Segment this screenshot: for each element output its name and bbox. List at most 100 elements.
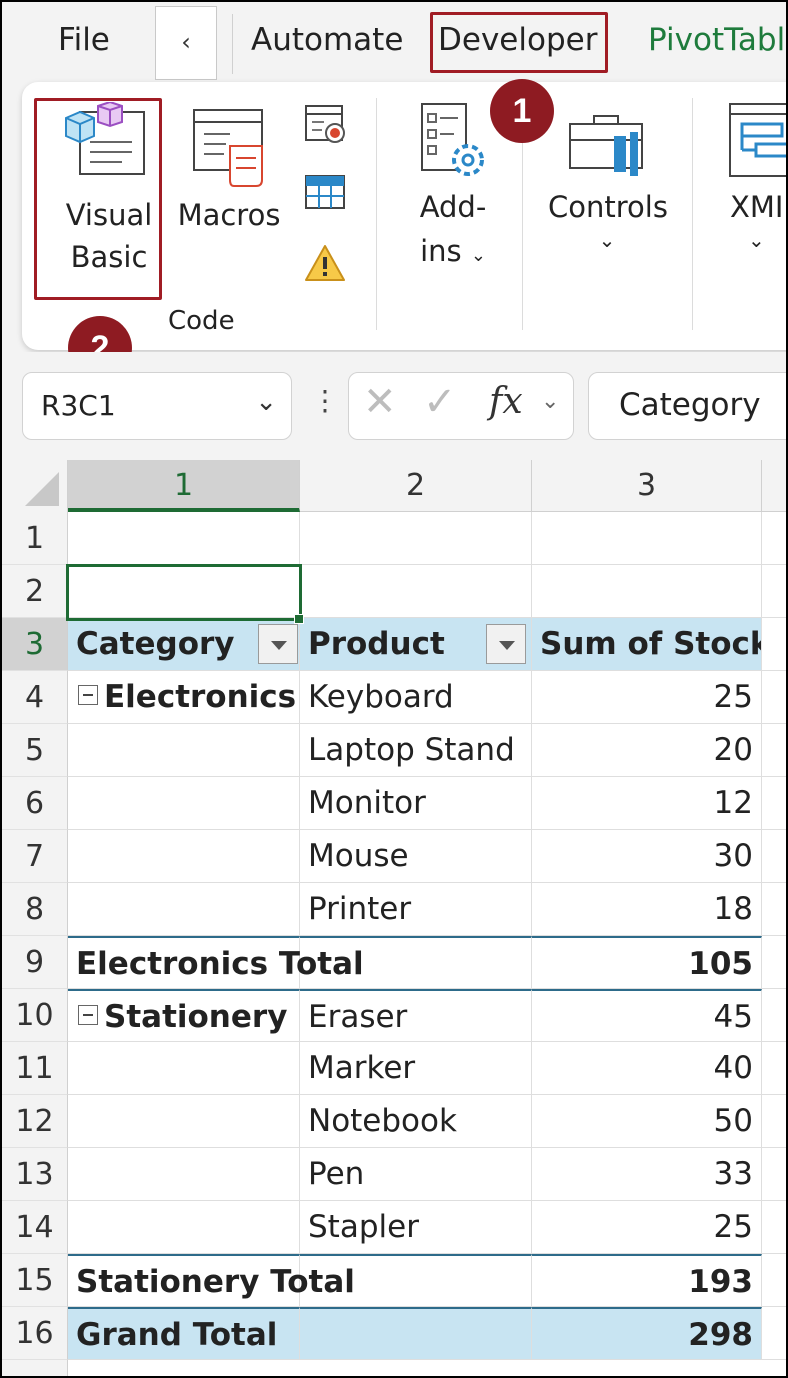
cell[interactable] bbox=[300, 1307, 532, 1360]
row-header[interactable] bbox=[2, 1360, 68, 1376]
tab-pivottable[interactable]: PivotTabl bbox=[648, 22, 785, 58]
tab-file[interactable]: File bbox=[58, 22, 110, 58]
add-ins-label-line2[interactable]: ins ⌄ bbox=[408, 234, 498, 268]
pivot-category-cell[interactable]: Stationery bbox=[68, 989, 300, 1042]
column-header-3[interactable]: 3 bbox=[532, 460, 762, 512]
product-cell[interactable]: Eraser bbox=[300, 989, 532, 1042]
pivot-header-category[interactable]: Category bbox=[68, 618, 300, 671]
row-header[interactable]: 2 bbox=[2, 565, 68, 618]
cell[interactable] bbox=[762, 989, 786, 1042]
pivot-category-cell[interactable]: Electronics bbox=[68, 671, 300, 724]
column-header-1[interactable]: 1 bbox=[68, 460, 300, 512]
cell[interactable] bbox=[762, 883, 786, 936]
grand-total-label[interactable]: Grand Total bbox=[68, 1307, 300, 1360]
subtotal-value[interactable]: 193 bbox=[532, 1254, 762, 1307]
xml-label[interactable]: XMI bbox=[730, 190, 783, 224]
row-header[interactable]: 8 bbox=[2, 883, 68, 936]
product-cell[interactable]: Monitor bbox=[300, 777, 532, 830]
subtotal-label[interactable]: Stationery Total bbox=[68, 1254, 355, 1307]
cell[interactable] bbox=[68, 1042, 300, 1095]
stock-cell[interactable]: 12 bbox=[532, 777, 762, 830]
cell[interactable] bbox=[762, 1307, 786, 1360]
cell[interactable] bbox=[762, 565, 786, 618]
product-cell[interactable]: Notebook bbox=[300, 1095, 532, 1148]
row-header[interactable]: 15 bbox=[2, 1254, 68, 1307]
filter-dropdown-icon[interactable] bbox=[486, 624, 526, 664]
chevron-down-icon[interactable]: ⌄ bbox=[748, 228, 765, 252]
cell[interactable] bbox=[68, 565, 300, 618]
cancel-icon[interactable]: ✕ bbox=[363, 379, 397, 425]
row-header[interactable]: 12 bbox=[2, 1095, 68, 1148]
row-header[interactable]: 9 bbox=[2, 936, 68, 989]
row-header[interactable]: 6 bbox=[2, 777, 68, 830]
stock-cell[interactable]: 50 bbox=[532, 1095, 762, 1148]
chevron-down-icon[interactable]: ⌄ bbox=[592, 228, 622, 252]
tab-scroll-left-button[interactable]: ‹ bbox=[155, 6, 217, 80]
row-header[interactable]: 1 bbox=[2, 512, 68, 565]
stock-cell[interactable]: 33 bbox=[532, 1148, 762, 1201]
more-options-icon[interactable]: ⋮ bbox=[311, 384, 339, 417]
cell[interactable] bbox=[762, 1201, 786, 1254]
controls-label[interactable]: Controls bbox=[544, 190, 672, 224]
add-ins-icon[interactable] bbox=[416, 100, 496, 188]
stock-cell[interactable]: 25 bbox=[532, 671, 762, 724]
cell[interactable] bbox=[762, 1042, 786, 1095]
stock-cell[interactable]: 20 bbox=[532, 724, 762, 777]
stock-cell[interactable]: 45 bbox=[532, 989, 762, 1042]
stock-cell[interactable]: 25 bbox=[532, 1201, 762, 1254]
subtotal-value[interactable]: 105 bbox=[532, 936, 762, 989]
cell[interactable] bbox=[68, 830, 300, 883]
cell[interactable] bbox=[300, 936, 532, 989]
chevron-down-icon[interactable]: ⌄ bbox=[541, 389, 559, 414]
cell[interactable] bbox=[762, 1095, 786, 1148]
collapse-icon[interactable] bbox=[78, 1004, 98, 1025]
row-header[interactable]: 3 bbox=[2, 618, 68, 671]
column-header-2[interactable]: 2 bbox=[300, 460, 532, 512]
cell[interactable] bbox=[762, 936, 786, 989]
product-cell[interactable]: Marker bbox=[300, 1042, 532, 1095]
cell[interactable] bbox=[300, 1254, 532, 1307]
product-cell[interactable]: Pen bbox=[300, 1148, 532, 1201]
insert-function-icon[interactable]: fx bbox=[489, 381, 523, 422]
cell[interactable] bbox=[762, 1254, 786, 1307]
name-box[interactable]: R3C1 ⌄ bbox=[22, 372, 292, 440]
stock-cell[interactable]: 18 bbox=[532, 883, 762, 936]
xml-source-icon[interactable] bbox=[726, 100, 786, 184]
cell[interactable] bbox=[532, 512, 762, 565]
cell[interactable] bbox=[762, 777, 786, 830]
stock-cell[interactable]: 40 bbox=[532, 1042, 762, 1095]
row-header[interactable]: 10 bbox=[2, 989, 68, 1042]
cell[interactable] bbox=[68, 1148, 300, 1201]
row-header[interactable]: 14 bbox=[2, 1201, 68, 1254]
cell[interactable] bbox=[762, 830, 786, 883]
cell[interactable] bbox=[68, 883, 300, 936]
cell[interactable] bbox=[762, 618, 786, 671]
row-header[interactable]: 16 bbox=[2, 1307, 68, 1360]
row-header[interactable]: 4 bbox=[2, 671, 68, 724]
filter-dropdown-icon[interactable] bbox=[258, 624, 298, 664]
macro-security-icon[interactable] bbox=[304, 242, 348, 288]
select-all-button[interactable] bbox=[2, 460, 68, 512]
add-ins-label[interactable]: Add- bbox=[408, 190, 498, 224]
relative-references-icon[interactable] bbox=[304, 172, 348, 216]
cell[interactable] bbox=[762, 724, 786, 777]
tab-automate[interactable]: Automate bbox=[251, 22, 403, 58]
collapse-icon[interactable] bbox=[78, 684, 98, 705]
formula-input[interactable]: Category bbox=[588, 372, 786, 440]
pivot-header-product[interactable]: Product bbox=[300, 618, 532, 671]
record-macro-icon[interactable] bbox=[304, 102, 348, 150]
cell[interactable] bbox=[300, 565, 532, 618]
enter-check-icon[interactable]: ✓ bbox=[423, 379, 457, 425]
cell[interactable] bbox=[68, 1095, 300, 1148]
product-cell[interactable]: Mouse bbox=[300, 830, 532, 883]
controls-icon[interactable] bbox=[566, 110, 652, 186]
row-header[interactable]: 13 bbox=[2, 1148, 68, 1201]
cell[interactable] bbox=[68, 777, 300, 830]
pivot-header-sum-of-stock[interactable]: Sum of Stock bbox=[532, 618, 762, 671]
product-cell[interactable]: Stapler bbox=[300, 1201, 532, 1254]
product-cell[interactable]: Keyboard bbox=[300, 671, 532, 724]
product-cell[interactable]: Printer bbox=[300, 883, 532, 936]
macros-icon[interactable] bbox=[190, 106, 274, 192]
grand-total-value[interactable]: 298 bbox=[532, 1307, 762, 1360]
cell[interactable] bbox=[300, 512, 532, 565]
